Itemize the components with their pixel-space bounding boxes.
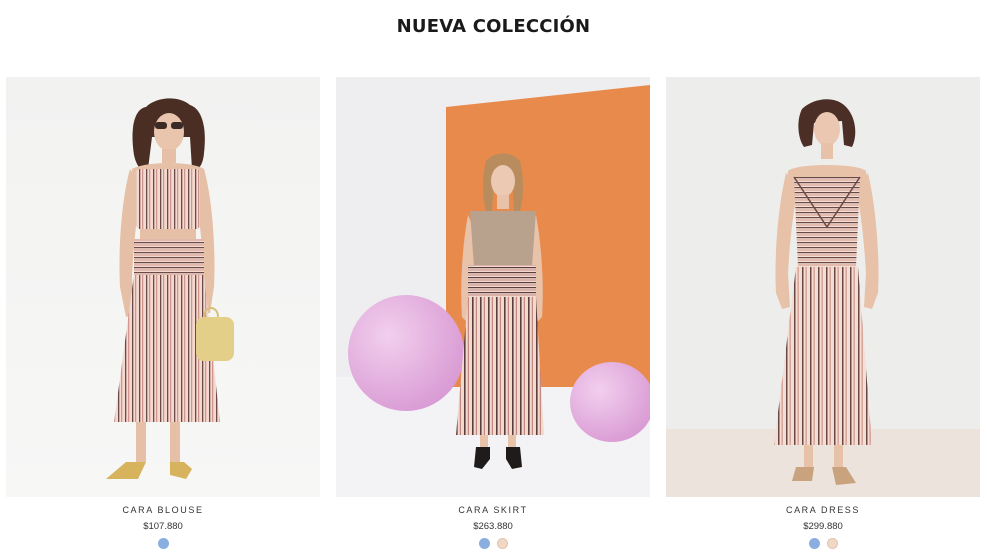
product-name[interactable]: CARA DRESS: [666, 505, 980, 515]
model-photo-blouse-icon: [6, 77, 320, 497]
product-name[interactable]: CARA SKIRT: [336, 505, 650, 515]
color-swatches: [336, 538, 650, 549]
product-price: $299.880: [803, 521, 843, 532]
product-image[interactable]: [336, 77, 650, 497]
collection-page: NUEVA COLECCIÓN CARA BLOUSE $107.880 CAR…: [0, 0, 987, 560]
product-price: $263.880: [473, 521, 513, 532]
product-name[interactable]: CARA BLOUSE: [6, 505, 320, 515]
color-swatch-beige[interactable]: [826, 538, 838, 549]
product-image[interactable]: [6, 77, 320, 497]
color-swatch-blue[interactable]: [478, 538, 490, 549]
color-swatches: [666, 538, 980, 549]
product-card[interactable]: CARA SKIRT $263.880: [336, 77, 650, 549]
color-swatches: [6, 538, 320, 549]
color-swatch-beige[interactable]: [496, 538, 508, 549]
color-swatch-blue[interactable]: [157, 538, 169, 549]
section-title: NUEVA COLECCIÓN: [396, 16, 591, 37]
model-photo-dress-icon: [666, 77, 980, 497]
model-photo-skirt-icon: [336, 77, 650, 497]
product-price: $107.880: [143, 521, 183, 532]
product-card[interactable]: CARA DRESS $299.880: [666, 77, 980, 549]
color-swatch-blue[interactable]: [808, 538, 820, 549]
product-card[interactable]: CARA BLOUSE $107.880: [6, 77, 320, 549]
product-image[interactable]: [666, 77, 980, 497]
